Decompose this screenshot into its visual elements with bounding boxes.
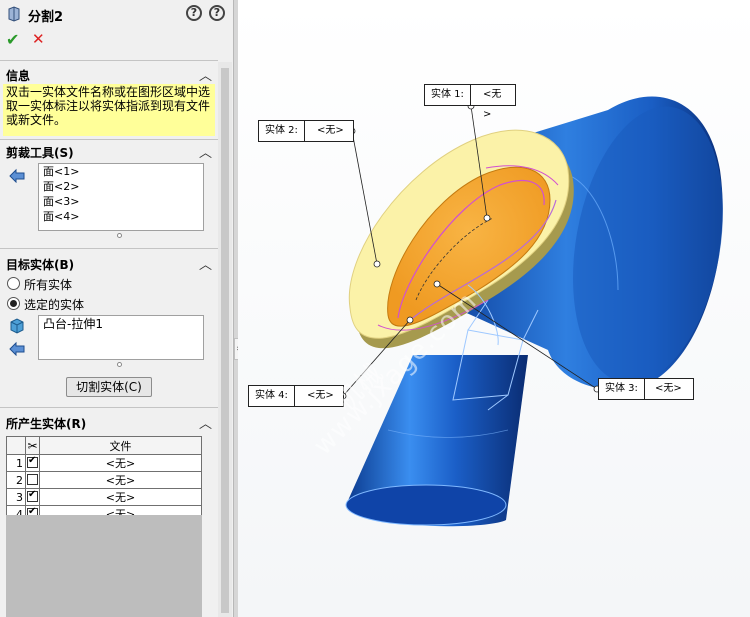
body-1-callout[interactable]: 实体 1: <无> bbox=[424, 84, 516, 120]
list-item[interactable]: 面<3> bbox=[39, 194, 203, 209]
trim-tools-list[interactable]: 面<1> 面<2> 面<3> 面<4> bbox=[38, 163, 204, 231]
divider bbox=[0, 139, 218, 140]
detailed-preview-help-icon[interactable]: ? bbox=[209, 5, 225, 21]
collapse-chevron-icon[interactable]: ︿ bbox=[199, 65, 212, 84]
row-number: 3 bbox=[6, 488, 26, 506]
graphics-area[interactable]: 实体 1: <无> 实体 2: <无> 实体 3: <无> 实体 4: <无> … bbox=[238, 0, 750, 617]
resulting-bodies-table: ✂ 文件 1 <无> 2 <无> 3 <无> 4 <无> bbox=[6, 436, 202, 523]
callout-file-value[interactable]: <无> bbox=[311, 121, 350, 141]
trim-tools-section-label: 剪裁工具(S) bbox=[6, 146, 74, 160]
panel-titlebar: 分割2 ? ? bbox=[0, 0, 234, 28]
info-section-label: 信息 bbox=[6, 69, 31, 83]
info-section-header[interactable]: 信息 ︿ bbox=[0, 64, 218, 84]
callout-label: 实体 3: bbox=[599, 379, 645, 399]
divider bbox=[0, 407, 218, 408]
list-resize-handle[interactable] bbox=[117, 362, 122, 367]
panel-title: 分割2 bbox=[28, 10, 64, 25]
collapse-chevron-icon[interactable]: ︿ bbox=[199, 142, 212, 161]
trim-tool-selection-icon bbox=[9, 168, 25, 183]
help-icon[interactable]: ? bbox=[186, 5, 202, 21]
property-manager-panel: 分割2 ? ? ✔ ✕ 信息 ︿ 双击一实体文件名称或在图形区域中选取一实体标注… bbox=[0, 0, 234, 617]
checkbox-unchecked[interactable] bbox=[27, 474, 38, 485]
table-row[interactable]: 3 <无> bbox=[6, 488, 202, 506]
row-checkbox[interactable] bbox=[25, 454, 40, 472]
list-item[interactable]: 面<1> bbox=[39, 164, 203, 179]
checkbox-checked[interactable] bbox=[27, 489, 38, 502]
table-row[interactable]: 1 <无> bbox=[6, 454, 202, 472]
target-bodies-list[interactable]: 凸台-拉伸1 bbox=[38, 315, 204, 360]
list-item[interactable]: 面<2> bbox=[39, 179, 203, 194]
scrollbar-thumb[interactable] bbox=[221, 68, 229, 613]
selected-bodies-radio[interactable] bbox=[7, 297, 20, 310]
selected-bodies-label: 选定的实体 bbox=[24, 298, 85, 312]
table-row[interactable]: 2 <无> bbox=[6, 471, 202, 489]
body-selection-icon bbox=[9, 341, 25, 356]
cancel-button[interactable]: ✕ bbox=[32, 30, 45, 48]
callout-label: 实体 2: bbox=[259, 121, 305, 141]
body-2-callout[interactable]: 实体 2: <无> bbox=[258, 120, 354, 142]
split-feature-icon bbox=[8, 6, 20, 22]
table-corner-cell bbox=[6, 436, 26, 455]
ok-button[interactable]: ✔ bbox=[6, 30, 19, 49]
divider bbox=[0, 248, 218, 249]
list-resize-handle[interactable] bbox=[117, 233, 122, 238]
table-header-row: ✂ 文件 bbox=[6, 436, 202, 455]
scissors-icon: ✂ bbox=[25, 436, 40, 455]
list-item[interactable]: 面<4> bbox=[39, 209, 203, 224]
row-number: 1 bbox=[6, 454, 26, 472]
body-3-callout[interactable]: 实体 3: <无> bbox=[598, 378, 694, 400]
row-checkbox[interactable] bbox=[25, 471, 40, 489]
collapse-chevron-icon[interactable]: ︿ bbox=[199, 254, 212, 273]
resulting-bodies-section-label: 所产生实体(R) bbox=[6, 417, 87, 431]
file-column-header: 文件 bbox=[39, 436, 202, 455]
resulting-bodies-section-header[interactable]: 所产生实体(R) ︿ bbox=[0, 412, 218, 432]
callout-file-value[interactable]: <无> bbox=[477, 85, 515, 120]
panel-scrollbar[interactable] bbox=[218, 62, 232, 617]
target-bodies-section-header[interactable]: 目标实体(B) ︿ bbox=[0, 253, 218, 273]
cut-bodies-button[interactable]: 切割实体(C) bbox=[66, 377, 152, 397]
all-bodies-label: 所有实体 bbox=[24, 278, 73, 292]
divider bbox=[0, 60, 218, 61]
all-bodies-radio[interactable] bbox=[7, 277, 20, 290]
collapse-chevron-icon[interactable]: ︿ bbox=[199, 413, 212, 432]
confirm-row: ✔ ✕ bbox=[0, 30, 234, 52]
info-message: 双击一实体文件名称或在图形区域中选取一实体标注以将实体指派到现有文件或新文件。 bbox=[3, 84, 215, 136]
list-item[interactable]: 凸台-拉伸1 bbox=[39, 316, 203, 333]
row-checkbox[interactable] bbox=[25, 488, 40, 506]
row-file[interactable]: <无> bbox=[39, 471, 202, 489]
table-empty-area bbox=[6, 515, 202, 617]
callout-label: 实体 1: bbox=[425, 85, 471, 105]
target-bodies-section-label: 目标实体(B) bbox=[6, 258, 75, 272]
callout-label: 实体 4: bbox=[249, 386, 295, 406]
callout-file-value[interactable]: <无> bbox=[649, 379, 688, 399]
row-file[interactable]: <无> bbox=[39, 488, 202, 506]
row-file[interactable]: <无> bbox=[39, 454, 202, 472]
checkbox-checked[interactable] bbox=[27, 455, 38, 468]
row-number: 2 bbox=[6, 471, 26, 489]
solid-body-icon bbox=[10, 318, 24, 334]
trim-tools-section-header[interactable]: 剪裁工具(S) ︿ bbox=[0, 141, 218, 161]
